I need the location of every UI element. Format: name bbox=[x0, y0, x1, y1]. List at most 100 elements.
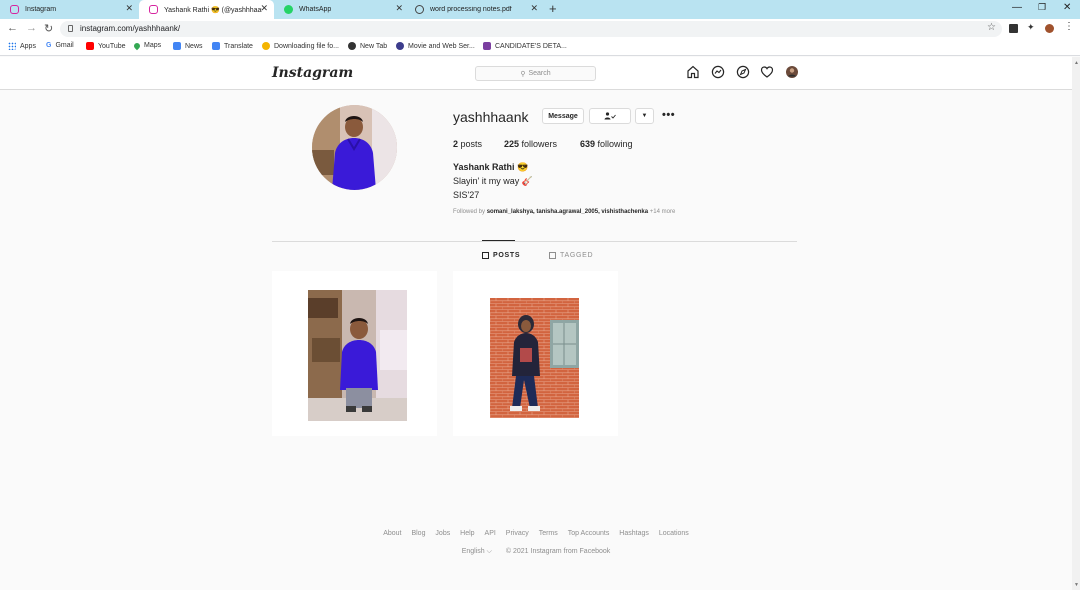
close-window-icon[interactable]: ✕ bbox=[1063, 2, 1071, 13]
new-tab-button[interactable]: + bbox=[549, 1, 557, 16]
profile-picture[interactable] bbox=[312, 105, 397, 190]
browser-tab-profile[interactable]: Yashank Rathi 😎 (@yashhhaank) ✕ bbox=[139, 0, 274, 19]
globe-icon bbox=[348, 42, 356, 50]
bookmark-downloading[interactable]: Downloading file fo... bbox=[262, 42, 339, 50]
followed-by-text[interactable]: Followed by somani_lakshya, tanisha.agra… bbox=[453, 209, 675, 215]
grid-icon bbox=[482, 252, 489, 259]
forward-arrow-icon[interactable]: → bbox=[26, 22, 37, 34]
instagram-favicon-icon bbox=[149, 5, 158, 14]
bookmark-candidate[interactable]: CANDIDATE'S DETA... bbox=[483, 42, 567, 50]
footer-link-locations[interactable]: Locations bbox=[659, 530, 689, 537]
footer-link-jobs[interactable]: Jobs bbox=[435, 530, 450, 537]
minimize-icon[interactable]: — bbox=[1012, 2, 1022, 13]
footer-link-hashtags[interactable]: Hashtags bbox=[619, 530, 649, 537]
browser-tab-instagram[interactable]: Instagram ✕ bbox=[0, 0, 139, 19]
restore-icon[interactable]: ❐ bbox=[1038, 2, 1046, 13]
close-tab-icon[interactable]: ✕ bbox=[260, 3, 268, 14]
back-arrow-icon[interactable]: ← bbox=[7, 22, 18, 34]
maps-icon bbox=[132, 41, 142, 50]
reload-icon[interactable]: ↻ bbox=[44, 22, 53, 35]
profile-photo bbox=[312, 105, 397, 190]
lock-icon bbox=[68, 25, 73, 32]
bookmark-maps[interactable]: Maps bbox=[132, 41, 161, 50]
tab-title: word processing notes.pdf bbox=[430, 6, 512, 13]
bio-line: Slayin' it my way 🎸 bbox=[453, 176, 533, 186]
translate-icon bbox=[212, 42, 220, 50]
post-thumbnail-2[interactable] bbox=[453, 271, 618, 436]
bookmark-apps[interactable]: Apps bbox=[8, 42, 36, 50]
browser-tab-whatsapp[interactable]: WhatsApp ✕ bbox=[274, 0, 409, 19]
tab-title: WhatsApp bbox=[299, 6, 332, 13]
news-icon bbox=[173, 42, 181, 50]
close-tab-icon[interactable]: ✕ bbox=[530, 3, 538, 14]
extension-icon[interactable] bbox=[1009, 24, 1018, 33]
footer-link-blog[interactable]: Blog bbox=[411, 530, 425, 537]
more-options-icon[interactable]: ••• bbox=[662, 109, 675, 121]
browser-toolbar: ← → ↻ instagram.com/yashhhaank/ ☆ bbox=[0, 19, 1080, 39]
apps-grid-icon bbox=[8, 42, 16, 50]
followers-count[interactable]: 225 followers bbox=[504, 139, 557, 149]
instagram-header: Instagram ⚲ Search bbox=[0, 57, 1072, 90]
caret-down-icon: ▼ bbox=[641, 113, 648, 119]
post-photo bbox=[308, 290, 407, 421]
bookmarks-bar: Apps G Gmail YouTube Maps News Translate… bbox=[0, 39, 1080, 56]
youtube-icon bbox=[86, 42, 94, 50]
page-scrollbar[interactable] bbox=[1072, 57, 1080, 590]
bookmark-youtube[interactable]: YouTube bbox=[86, 42, 126, 50]
bookmark-new-tab[interactable]: New Tab bbox=[348, 42, 387, 50]
bookmark-translate[interactable]: Translate bbox=[212, 42, 253, 50]
instagram-favicon-icon bbox=[10, 5, 19, 14]
bookmark-star-icon[interactable]: ☆ bbox=[987, 22, 996, 33]
post-photo bbox=[490, 298, 579, 418]
language-selector[interactable]: English ⌵ bbox=[462, 548, 492, 555]
footer-link-privacy[interactable]: Privacy bbox=[506, 530, 529, 537]
footer-link-api[interactable]: API bbox=[485, 530, 496, 537]
footer-link-top-accounts[interactable]: Top Accounts bbox=[568, 530, 610, 537]
profile-divider bbox=[272, 241, 797, 242]
following-count[interactable]: 639 following bbox=[580, 139, 633, 149]
browser-tab-pdf[interactable]: word processing notes.pdf ✕ bbox=[405, 0, 544, 19]
following-button[interactable] bbox=[589, 108, 631, 124]
close-tab-icon[interactable]: ✕ bbox=[125, 3, 133, 14]
tab-tagged[interactable]: TAGGED bbox=[549, 252, 593, 259]
explore-compass-icon[interactable] bbox=[736, 65, 750, 79]
search-placeholder: Search bbox=[528, 70, 551, 77]
footer-link-help[interactable]: Help bbox=[460, 530, 474, 537]
footer-link-terms[interactable]: Terms bbox=[539, 530, 558, 537]
messenger-icon[interactable] bbox=[711, 65, 725, 79]
bookmark-icon bbox=[396, 42, 404, 50]
suggested-dropdown-button[interactable]: ▼ bbox=[635, 108, 654, 124]
tab-posts[interactable]: POSTS bbox=[482, 252, 520, 259]
posts-count[interactable]: 2 posts bbox=[453, 139, 482, 149]
search-input[interactable]: ⚲ Search bbox=[475, 66, 596, 81]
profile-avatar-icon[interactable] bbox=[785, 65, 799, 79]
activity-heart-icon[interactable] bbox=[760, 65, 774, 79]
copyright-text: © 2021 Instagram from Facebook bbox=[505, 548, 611, 555]
bio-line: SIS'27 bbox=[453, 190, 480, 200]
url-text: instagram.com/yashhhaank/ bbox=[80, 24, 181, 33]
bookmark-icon bbox=[262, 42, 270, 50]
home-icon[interactable] bbox=[686, 65, 700, 79]
bookmark-movie[interactable]: Movie and Web Ser... bbox=[396, 42, 475, 50]
search-icon: ⚲ bbox=[520, 70, 526, 78]
puzzle-extensions-icon[interactable]: ✦ bbox=[1027, 22, 1036, 32]
bookmark-news[interactable]: News bbox=[173, 42, 203, 50]
address-bar[interactable]: instagram.com/yashhhaank/ ☆ bbox=[60, 21, 1002, 37]
bookmark-gmail[interactable]: G Gmail bbox=[46, 42, 74, 49]
whatsapp-favicon-icon bbox=[284, 5, 293, 14]
active-tab-indicator bbox=[482, 240, 515, 241]
tab-title: Instagram bbox=[25, 6, 57, 13]
menu-kebab-icon[interactable]: ⋮ bbox=[1064, 21, 1074, 32]
footer-link-about[interactable]: About bbox=[383, 530, 401, 537]
footer-links: About Blog Jobs Help API Privacy Terms T… bbox=[0, 530, 1072, 537]
profile-avatar-icon[interactable] bbox=[1045, 24, 1054, 33]
instagram-logo[interactable]: Instagram bbox=[272, 65, 353, 81]
tab-title: Yashank Rathi 😎 (@yashhhaank) bbox=[164, 6, 262, 14]
profile-full-name: Yashank Rathi 😎 bbox=[453, 162, 529, 172]
scroll-down-arrow-icon[interactable]: ▼ bbox=[1074, 582, 1079, 588]
message-button[interactable]: Message bbox=[542, 108, 584, 124]
post-thumbnail-1[interactable] bbox=[272, 271, 437, 436]
close-tab-icon[interactable]: ✕ bbox=[395, 3, 403, 14]
scroll-up-arrow-icon[interactable]: ▲ bbox=[1074, 60, 1079, 66]
globe-favicon-icon bbox=[415, 5, 424, 14]
